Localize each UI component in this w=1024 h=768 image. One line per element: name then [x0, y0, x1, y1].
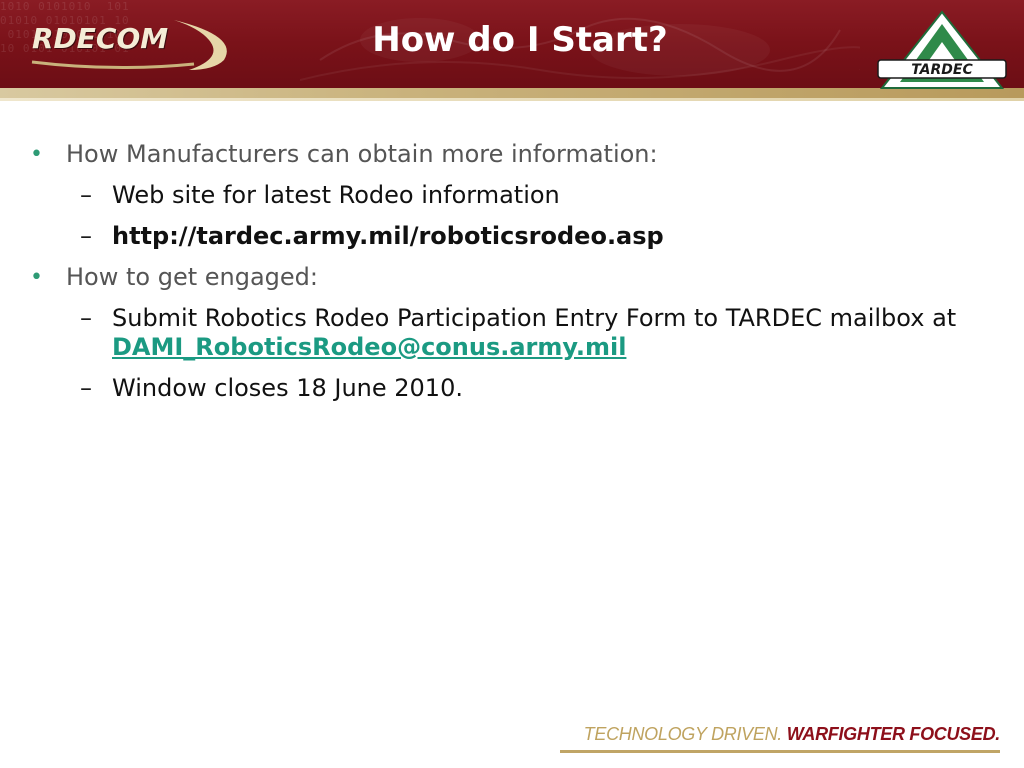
dash-bullet-icon: – [80, 181, 92, 209]
website-url-text: http://tardec.army.mil/roboticsrodeo.asp [112, 222, 664, 250]
dash-bullet-icon: – [80, 222, 92, 250]
round-bullet-icon: • [30, 142, 43, 167]
bullet-item-manufacturers: • How Manufacturers can obtain more info… [0, 140, 1024, 169]
tagline-part-2: WARFIGHTER FOCUSED. [786, 724, 1001, 744]
tardec-logo-text: TARDEC [911, 62, 973, 78]
subbullet-item-website: – Web site for latest Rodeo information [0, 181, 1024, 210]
slide-content: • How Manufacturers can obtain more info… [0, 140, 1024, 415]
dash-bullet-icon: – [80, 374, 92, 402]
tagline-part-1: TECHNOLOGY DRIVEN. [583, 724, 783, 744]
rdecom-logo-text: RDECOM [32, 22, 169, 55]
header-gold-stripe-highlight [0, 98, 1024, 101]
bullet-text: How to get engaged: [66, 263, 318, 291]
tardec-logo: TARDEC [877, 10, 1007, 89]
dash-bullet-icon: – [80, 304, 92, 332]
round-bullet-icon: • [30, 265, 43, 290]
subbullet-text: Window closes 18 June 2010. [112, 374, 463, 402]
header-gold-stripe [0, 88, 1024, 98]
footer-tagline: TECHNOLOGY DRIVEN. WARFIGHTER FOCUSED. [583, 724, 1001, 745]
email-link[interactable]: DAMI_RoboticsRodeo@conus.army.mil [112, 333, 626, 361]
subbullet-text: Web site for latest Rodeo information [112, 181, 560, 209]
bullet-text: How Manufacturers can obtain more inform… [66, 140, 658, 168]
slide: 1010 0101010 101 01010 01010101 10 0101 … [0, 0, 1024, 768]
slide-title: How do I Start? [372, 20, 668, 60]
subbullet-item-window-closes: – Window closes 18 June 2010. [0, 374, 1024, 403]
footer-underline [560, 750, 1000, 753]
subbullet-text: Submit Robotics Rodeo Participation Entr… [112, 304, 957, 332]
subbullet-item-url: – http://tardec.army.mil/roboticsrodeo.a… [0, 222, 1024, 251]
bullet-item-engaged: • How to get engaged: [0, 263, 1024, 292]
subbullet-item-submit-form: – Submit Robotics Rodeo Participation En… [0, 304, 1024, 362]
